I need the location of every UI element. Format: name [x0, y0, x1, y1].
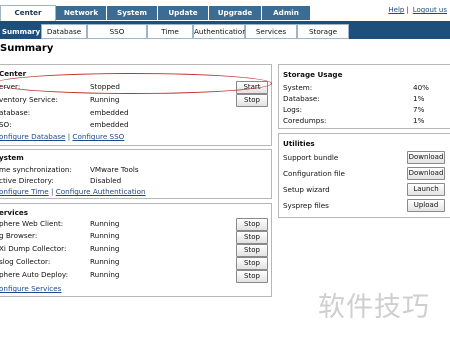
storage-value: 7% — [413, 105, 425, 114]
download-support-bundle-button[interactable]: Download — [407, 151, 445, 164]
vcenter-links: onfigure Database | Configure SSO — [0, 132, 124, 141]
utility-label: Sysprep files — [283, 201, 329, 210]
utilities-panel: Utilities Support bundle Download Config… — [278, 133, 450, 218]
tab-network[interactable]: Network — [56, 6, 107, 20]
top-links: Help | Logout us — [384, 6, 447, 14]
tab-authentication[interactable]: Authentication — [193, 24, 247, 39]
sub-nav: Summary Database SSO Time Authentication… — [0, 21, 450, 39]
stop-button[interactable]: Stop — [236, 231, 268, 244]
link-separator: | — [406, 6, 409, 14]
time-sync-label: me synchronization: — [0, 165, 72, 174]
active-directory-label: ctive Directory: — [0, 176, 54, 185]
storage-value: 40% — [413, 83, 429, 92]
sso-value: embedded — [90, 120, 129, 129]
configure-authentication-link[interactable]: Configure Authentication — [56, 187, 146, 196]
storage-label: System: — [283, 83, 313, 92]
service-status: Running — [90, 231, 120, 240]
configure-services-link[interactable]: onfigure Services — [0, 284, 61, 293]
storage-label: Coredumps: — [283, 116, 327, 125]
storage-panel: Storage Usage System: 40% Database: 1% L… — [278, 64, 450, 129]
tab-database[interactable]: Database — [41, 24, 87, 39]
link-separator: | — [67, 132, 71, 141]
upload-sysprep-button[interactable]: Upload — [407, 199, 445, 212]
stop-button[interactable]: Stop — [236, 218, 268, 231]
download-configuration-button[interactable]: Download — [407, 167, 445, 180]
inventory-service-status: Running — [90, 95, 120, 104]
utility-label: Configuration file — [283, 169, 345, 178]
system-links: onfigure Time | Configure Authentication — [0, 187, 146, 196]
launch-setup-wizard-button[interactable]: Launch — [407, 183, 445, 196]
active-directory-value: Disabled — [90, 176, 122, 185]
storage-value: 1% — [413, 94, 425, 103]
configure-database-link[interactable]: onfigure Database — [0, 132, 65, 141]
help-link[interactable]: Help — [388, 6, 404, 14]
panel-title: Storage Usage — [283, 70, 343, 79]
stop-button[interactable]: Stop — [236, 270, 268, 283]
service-label: g Browser: — [0, 231, 38, 240]
top-nav: Center Server Network System Update Upgr… — [0, 0, 450, 31]
sso-label: SO: — [0, 120, 12, 129]
database-label: atabase: — [0, 108, 31, 117]
service-status: Running — [90, 270, 120, 279]
tab-center-server[interactable]: Center Server — [0, 5, 56, 31]
services-panel: ervices phere Web Client: Running Stop g… — [0, 203, 272, 297]
utility-label: Support bundle — [283, 153, 339, 162]
tab-summary[interactable]: Summary — [0, 24, 43, 39]
service-label: phere Web Client: — [0, 219, 64, 228]
services-links: onfigure Services — [0, 284, 61, 293]
inventory-service-label: ventory Service: — [0, 95, 58, 104]
configure-time-link[interactable]: onfigure Time — [0, 187, 49, 196]
link-separator: | — [51, 187, 54, 196]
utility-label: Setup wizard — [283, 185, 330, 194]
stop-button[interactable]: Stop — [236, 244, 268, 257]
time-sync-value: VMware Tools — [90, 165, 139, 174]
tab-update[interactable]: Update — [158, 6, 209, 20]
database-value: embedded — [90, 108, 129, 117]
page-title: Summary — [0, 43, 54, 54]
logout-link[interactable]: Logout us — [413, 6, 447, 14]
tab-sso[interactable]: SSO — [87, 24, 147, 39]
service-status: Running — [90, 244, 120, 253]
service-label: phere Auto Deploy: — [0, 270, 69, 279]
storage-label: Logs: — [283, 105, 303, 114]
tab-time[interactable]: Time — [147, 24, 193, 39]
storage-value: 1% — [413, 116, 425, 125]
tab-storage[interactable]: Storage — [297, 24, 349, 39]
watermark: 软件技巧 — [318, 292, 430, 323]
panel-title: ervices — [0, 208, 28, 217]
tab-upgrade[interactable]: Upgrade — [209, 6, 262, 20]
service-label: Xi Dump Collector: — [0, 244, 67, 253]
annotation-ellipse — [0, 73, 272, 94]
stop-button[interactable]: Stop — [236, 257, 268, 270]
panel-title: ystem — [0, 153, 24, 162]
service-status: Running — [90, 257, 120, 266]
tab-system[interactable]: System — [107, 6, 158, 20]
tab-services[interactable]: Services — [245, 24, 297, 39]
system-panel: ystem me synchronization: VMware Tools c… — [0, 149, 272, 199]
stop-button[interactable]: Stop — [236, 94, 268, 107]
service-label: slog Collector: — [0, 257, 51, 266]
tab-admin[interactable]: Admin — [262, 6, 311, 20]
configure-sso-link[interactable]: Configure SSO — [72, 132, 124, 141]
panel-title: Utilities — [283, 139, 315, 148]
service-status: Running — [90, 219, 120, 228]
storage-label: Database: — [283, 94, 320, 103]
